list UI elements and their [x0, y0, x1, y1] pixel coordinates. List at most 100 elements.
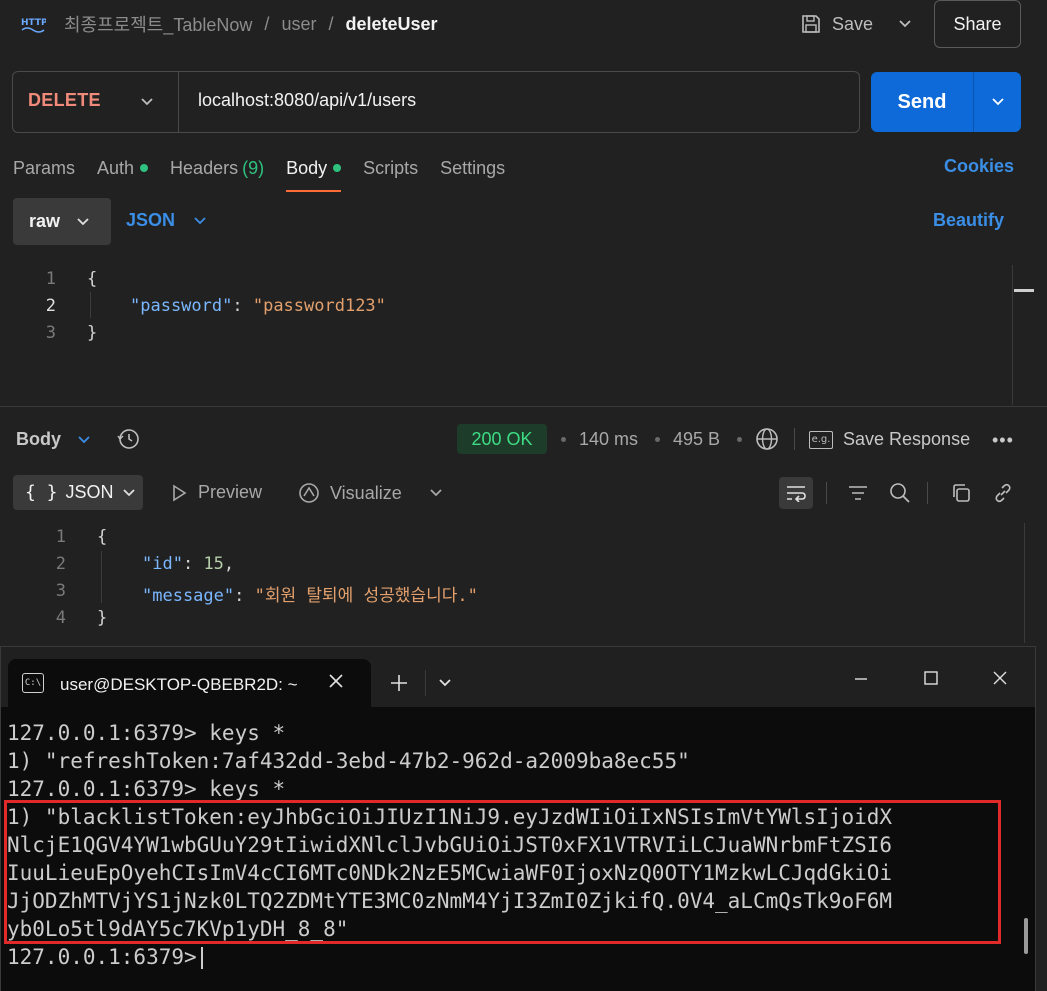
save-label: Save — [832, 13, 874, 34]
tab-label: Params — [13, 157, 76, 178]
body-format-select[interactable]: JSON — [126, 210, 207, 231]
separator-dot — [737, 437, 742, 442]
visualize-button[interactable]: Visualize — [298, 482, 402, 504]
request-tabs: Params Auth Headers (9) Body Scripts Sett… — [13, 156, 527, 192]
code-line: { — [97, 527, 108, 547]
separator-dot — [561, 437, 566, 442]
tab-scripts[interactable]: Scripts — [363, 156, 418, 180]
response-time[interactable]: 140 ms — [579, 429, 638, 450]
url-input[interactable] — [198, 90, 838, 111]
response-body-viewer[interactable]: 1 2 3 4 { "id": 15, "message": "회원 탈퇴에 성… — [0, 523, 1047, 643]
terminal-tab-title: user@DESKTOP-QBEBR2D: ~ — [60, 675, 298, 694]
terminal-line: 127.0.0.1:6379> keys * — [7, 777, 286, 801]
json-value: "회원 탈퇴에 성공했습니다." — [254, 586, 478, 606]
beautify-button[interactable]: Beautify — [933, 210, 1004, 231]
line-number: 3 — [45, 323, 56, 343]
chevron-down-icon — [141, 98, 153, 106]
history-icon[interactable] — [116, 426, 142, 452]
code-line: "message": "회원 탈퇴에 성공했습니다." — [142, 581, 478, 606]
visualize-icon — [299, 483, 319, 503]
more-options-icon[interactable]: ••• — [992, 430, 1014, 451]
tab-auth[interactable]: Auth — [97, 156, 149, 180]
save-response-button[interactable]: e.g. Save Response — [809, 429, 970, 450]
cookies-link[interactable]: Cookies — [944, 156, 1014, 180]
breadcrumb-folder[interactable]: user — [281, 14, 316, 35]
headers-count: (9) — [242, 157, 265, 178]
response-body-toggle[interactable]: Body — [16, 429, 91, 450]
chevron-down-icon — [122, 488, 135, 496]
highlight-box — [4, 800, 1001, 944]
code-line: "password": "password123" — [130, 296, 386, 316]
indent-guide — [101, 551, 102, 603]
chevron-down-icon — [430, 489, 442, 497]
play-icon — [173, 484, 187, 501]
save-response-label: Save Response — [843, 429, 971, 449]
send-button[interactable]: Send — [871, 72, 973, 132]
body-mode-select[interactable]: raw — [13, 198, 111, 245]
divider — [178, 72, 179, 132]
separator-dot — [655, 437, 660, 442]
code-line: { — [87, 269, 98, 289]
save-icon — [802, 15, 820, 33]
json-key: "id" — [142, 554, 183, 574]
breadcrumb-separator: / — [328, 13, 334, 34]
filter-icon[interactable] — [841, 477, 875, 509]
status-badge[interactable]: 200 OK — [457, 424, 547, 454]
body-format-label: JSON — [126, 210, 176, 230]
search-icon[interactable] — [883, 477, 917, 509]
share-button[interactable]: Share — [934, 0, 1021, 48]
active-dot-icon — [333, 164, 342, 172]
tab-headers[interactable]: Headers (9) — [170, 156, 264, 180]
preview-button[interactable]: Preview — [170, 482, 262, 503]
tab-label: Scripts — [363, 157, 419, 178]
pane-divider[interactable] — [0, 406, 1047, 407]
tab-settings[interactable]: Settings — [440, 156, 505, 180]
divider — [927, 482, 928, 504]
chevron-down-icon[interactable] — [434, 672, 456, 694]
method-select[interactable]: DELETE — [28, 90, 101, 111]
text-cursor — [200, 947, 203, 969]
body-mode-label: raw — [29, 211, 61, 231]
tab-label: Settings — [440, 157, 506, 178]
line-number: 4 — [55, 608, 66, 628]
line-number: 1 — [45, 269, 56, 289]
tab-label: Body — [286, 157, 328, 178]
new-tab-icon[interactable] — [386, 670, 412, 696]
request-body-editor[interactable]: 1 2 3 { "password": "password123" } — [0, 265, 1047, 405]
breadcrumb-collection[interactable]: 최종프로젝트_TableNow — [64, 11, 252, 37]
response-format-label: JSON — [65, 482, 114, 502]
visualize-dropdown-button[interactable] — [426, 482, 446, 504]
minimize-icon[interactable] — [846, 665, 876, 691]
response-size[interactable]: 495 B — [673, 429, 720, 450]
terminal-prompt: 127.0.0.1:6379> — [7, 945, 197, 969]
save-options-button[interactable] — [890, 8, 920, 40]
editor-scrollbar-thumb[interactable] — [1014, 289, 1034, 292]
link-icon[interactable] — [986, 477, 1020, 509]
svg-text:HTTP: HTTP — [21, 18, 46, 28]
json-value: 15 — [203, 554, 224, 574]
save-button[interactable]: Save — [800, 8, 873, 40]
copy-icon[interactable] — [944, 477, 978, 509]
tab-body[interactable]: Body — [286, 156, 342, 192]
chevron-down-icon — [78, 435, 90, 443]
terminal-scrollbar-thumb[interactable] — [1024, 918, 1028, 954]
tab-params[interactable]: Params — [13, 156, 75, 180]
close-tab-icon[interactable] — [325, 670, 347, 692]
wrap-lines-icon[interactable] — [779, 477, 813, 509]
chevron-down-icon — [991, 98, 1004, 106]
globe-icon[interactable] — [754, 426, 780, 452]
response-format-select[interactable]: { } JSON — [13, 475, 143, 510]
send-options-button[interactable] — [973, 72, 1021, 132]
preview-label: Preview — [198, 482, 263, 502]
http-icon: HTTP — [21, 18, 46, 33]
code-line: "id": 15, — [142, 554, 234, 574]
method-dropdown-button[interactable] — [135, 88, 159, 116]
line-number: 2 — [55, 554, 66, 574]
maximize-icon[interactable] — [916, 665, 946, 691]
divider — [425, 670, 426, 696]
terminal-line: 1) "refreshToken:7af432dd-3ebd-47b2-962d… — [7, 749, 690, 773]
close-window-icon[interactable] — [985, 665, 1015, 691]
chevron-down-icon — [899, 20, 911, 28]
braces-icon: { } — [25, 482, 58, 503]
breadcrumb-request[interactable]: deleteUser — [345, 14, 437, 35]
